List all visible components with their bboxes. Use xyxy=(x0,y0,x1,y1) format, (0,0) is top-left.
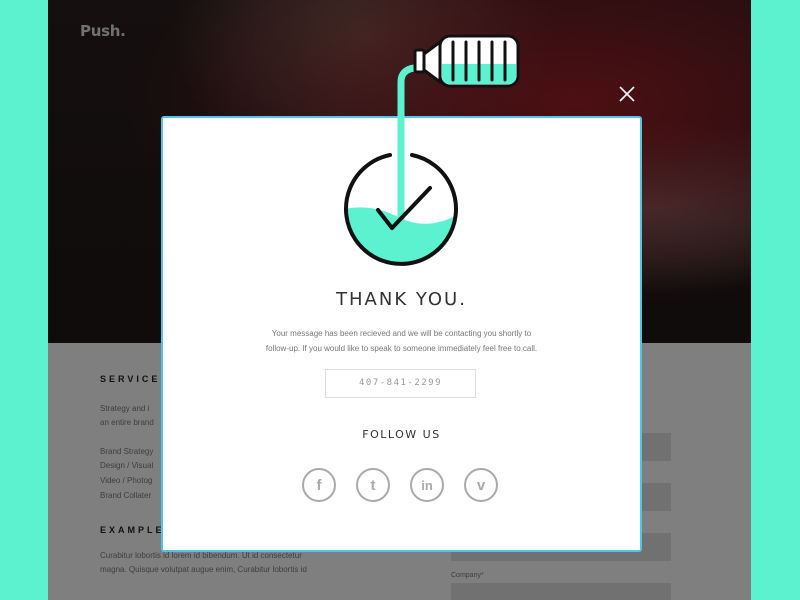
twitter-glyph: t xyxy=(370,476,376,494)
modal-title: THANK YOU. xyxy=(336,289,467,310)
facebook-glyph: f xyxy=(316,476,322,494)
facebook-icon[interactable]: f xyxy=(302,468,336,502)
thank-you-modal: THANK YOU. Your message has been recieve… xyxy=(161,116,642,552)
modal-message-line: Your message has been recieved and we wi… xyxy=(271,329,532,338)
close-icon[interactable] xyxy=(616,83,638,105)
modal-message-line: follow-up. If you would like to speak to… xyxy=(265,344,538,353)
linkedin-icon[interactable]: in xyxy=(410,468,444,502)
follow-us-heading: FOLLOW US xyxy=(362,428,441,441)
linkedin-glyph: in xyxy=(421,477,433,493)
phone-number[interactable]: 407-841-2299 xyxy=(325,369,476,398)
vimeo-glyph: v xyxy=(476,476,486,494)
vimeo-icon[interactable]: v xyxy=(464,468,498,502)
modal-message: Your message has been recieved and we wi… xyxy=(223,326,580,356)
twitter-icon[interactable]: t xyxy=(356,468,390,502)
